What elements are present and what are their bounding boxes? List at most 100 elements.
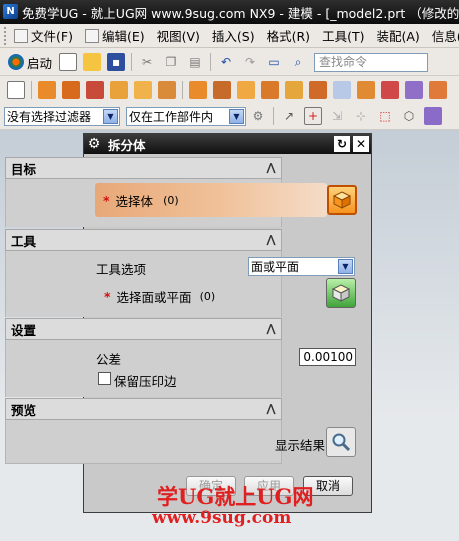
chevron-down-icon: ▼: [103, 108, 118, 124]
select-face-button[interactable]: [326, 278, 356, 308]
tool-option-dropdown[interactable]: 面或平面 ▼: [248, 257, 355, 276]
split-body-icon[interactable]: [309, 81, 327, 99]
draft-icon[interactable]: [261, 81, 279, 99]
block-icon[interactable]: [134, 81, 152, 99]
tolerance-input[interactable]: 0.00100: [299, 348, 356, 366]
chamfer-icon[interactable]: [213, 81, 231, 99]
menu-edit[interactable]: 编辑(E): [79, 25, 151, 47]
select-face-row[interactable]: * 选择面或平面 (0): [104, 287, 215, 306]
close-icon[interactable]: ✕: [353, 136, 369, 152]
tool-option-label: 工具选项: [96, 262, 147, 277]
render-icon[interactable]: [424, 107, 442, 125]
menu-info[interactable]: 信息(I): [426, 25, 459, 47]
command-search-input[interactable]: 查找命令: [314, 52, 429, 72]
toolbar-separator: [31, 81, 32, 99]
window-icon[interactable]: ▭: [265, 53, 283, 71]
select-body-row[interactable]: * 选择体 (0): [95, 183, 327, 217]
window-title: 免费学UG - 就上UG网 www.9sug.com NX9 - 建模 - [_…: [22, 5, 459, 21]
rect-select-icon[interactable]: ⬚: [376, 107, 394, 125]
revolve-icon[interactable]: [62, 81, 80, 99]
mirror-icon[interactable]: [333, 81, 351, 99]
cut-icon[interactable]: ✂: [138, 53, 156, 71]
view-cube-icon[interactable]: ⬡: [400, 107, 418, 125]
show-result-button[interactable]: [326, 427, 356, 457]
menu-insert[interactable]: 插入(S): [206, 25, 261, 47]
chevron-down-icon: ▼: [229, 108, 244, 124]
collapse-icon[interactable]: ⋀: [263, 401, 279, 417]
keep-imprint-checkbox[interactable]: [98, 372, 111, 385]
offset-face-icon[interactable]: [357, 81, 375, 99]
select-body-button[interactable]: [327, 185, 357, 215]
edit-menu-icon: [84, 28, 99, 43]
collapse-icon[interactable]: ⋀: [263, 160, 279, 176]
boss-icon[interactable]: [110, 81, 128, 99]
selection-scope-dropdown[interactable]: 仅在工作部件内 ▼: [126, 106, 246, 126]
collapse-icon[interactable]: ⋀: [263, 321, 279, 337]
shell-icon[interactable]: [237, 81, 255, 99]
section-tool-header[interactable]: 工具 ⋀: [5, 229, 282, 251]
show-result-label: 显示结果: [275, 438, 326, 453]
select-face-label: 选择面或平面: [116, 290, 192, 305]
snap-end-icon[interactable]: ⊹: [352, 107, 370, 125]
sew-icon[interactable]: [405, 81, 423, 99]
toolbar-separator: [273, 107, 274, 125]
standard-toolbar: 启动 ▪ ✂ ❐ ▤ ↶ ↷ ▭ ⌕ 查找命令: [0, 49, 459, 76]
type-filter-dropdown[interactable]: 没有选择过滤器 ▼: [4, 106, 120, 126]
save-icon[interactable]: ▪: [107, 53, 126, 71]
collapse-icon[interactable]: ⋀: [263, 232, 279, 248]
cube-icon: [332, 191, 352, 209]
pattern-icon[interactable]: [381, 81, 399, 99]
copy-icon[interactable]: ❐: [162, 53, 180, 71]
required-star-icon: *: [103, 192, 110, 208]
menu-format[interactable]: 格式(R): [261, 25, 316, 47]
watermark-url: www.9sug.com: [152, 508, 292, 528]
file-menu-icon: [14, 28, 28, 43]
tolerance-label: 公差: [96, 352, 122, 367]
select-body-label: 选择体: [115, 193, 154, 209]
command-finder-icon[interactable]: ⌕: [289, 53, 307, 71]
feature-toolbar: [0, 77, 459, 104]
snap-arrow-icon[interactable]: ⇲: [328, 107, 346, 125]
menu-tools[interactable]: 工具(T): [316, 25, 370, 47]
toolbar-separator: [131, 53, 133, 71]
select-face-count: (0): [199, 290, 216, 303]
undo-icon[interactable]: ↶: [217, 53, 235, 71]
section-preview-body: [5, 420, 282, 464]
window-title-bar: N 免费学UG - 就上UG网 www.9sug.com NX9 - 建模 - …: [0, 0, 459, 24]
extrude-icon[interactable]: [38, 81, 56, 99]
sketch-icon[interactable]: [7, 81, 25, 99]
hole-icon[interactable]: [86, 81, 104, 99]
menu-bar: 文件(F) 编辑(E) 视图(V) 插入(S) 格式(R) 工具(T) 装配(A…: [0, 24, 459, 48]
dialog-title: 拆分体: [108, 137, 146, 153]
selection-toolbar: 没有选择过滤器 ▼ 仅在工作部件内 ▼ ⚙ ↗ + ⇲ ⊹ ⬚ ⬡: [0, 103, 459, 130]
new-file-icon[interactable]: [59, 53, 78, 71]
section-settings-header[interactable]: 设置 ⋀: [5, 318, 282, 340]
toolbar-separator: [182, 81, 183, 99]
edge-blend-icon[interactable]: [189, 81, 207, 99]
section-target-header[interactable]: 目标 ⋀: [5, 157, 282, 179]
select-body-count: (0): [163, 193, 179, 207]
menu-file[interactable]: 文件(F): [8, 25, 79, 47]
gear-icon[interactable]: ⚙: [84, 136, 104, 152]
dialog-title-bar: ⚙ 拆分体 ↻ ✕: [84, 134, 371, 154]
paste-icon[interactable]: ▤: [186, 53, 204, 71]
section-preview-header[interactable]: 预览 ⋀: [5, 398, 282, 420]
watermark-title: 学UG就上UG网: [157, 484, 314, 509]
assembly-filter-icon[interactable]: ⚙: [249, 107, 267, 125]
chevron-down-icon: ▼: [338, 259, 353, 274]
snap-point-icon[interactable]: +: [304, 107, 322, 125]
unite-icon[interactable]: [158, 81, 176, 99]
start-button[interactable]: 启动: [8, 53, 52, 72]
trim-body-icon[interactable]: [285, 81, 303, 99]
open-folder-icon[interactable]: [83, 53, 102, 71]
menu-view[interactable]: 视图(V): [151, 25, 206, 47]
reset-icon[interactable]: ↻: [334, 136, 350, 152]
magnifier-icon: [332, 433, 351, 452]
toolbar-separator: [210, 53, 212, 71]
face-cube-icon: [331, 284, 351, 302]
thicken-icon[interactable]: [429, 81, 447, 99]
toolbar-grip-icon[interactable]: [4, 26, 6, 45]
menu-assembly[interactable]: 装配(A): [370, 25, 425, 47]
redo-icon[interactable]: ↷: [241, 53, 259, 71]
select-arrow-icon[interactable]: ↗: [280, 107, 298, 125]
